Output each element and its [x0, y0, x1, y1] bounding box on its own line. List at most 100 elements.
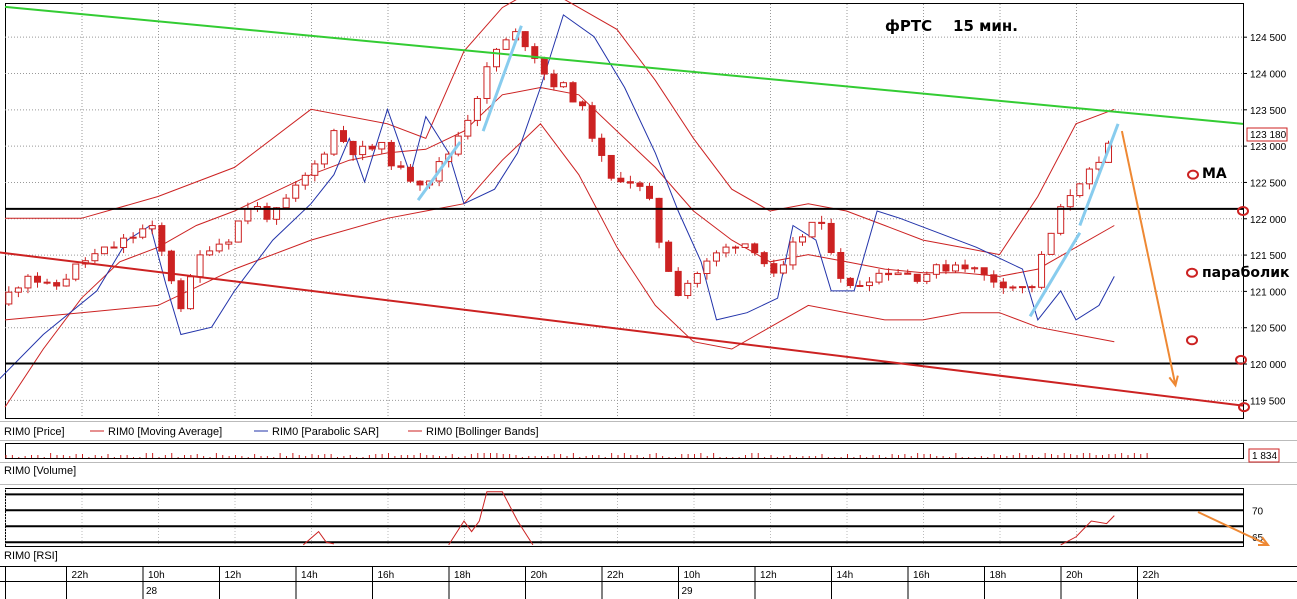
legend-volume: RIM0 [Volume] — [4, 465, 76, 477]
candle-body — [808, 221, 816, 238]
x-tick-label: 18h — [990, 570, 1007, 581]
x-tick-label: 16h — [913, 570, 930, 581]
candle-body — [502, 39, 510, 50]
price-chart: 7065 22h 10h 12h 14h 16h 18h 20h 22h 10h 12h 14h 16… — [0, 0, 1297, 599]
legend-bollinger-bands: RIM0 [Bollinger Bands] — [426, 426, 539, 438]
candle-body — [43, 281, 51, 284]
candle-body — [292, 184, 300, 199]
candle-body — [72, 263, 80, 280]
candle-body — [340, 130, 348, 142]
y-tick-label: 120 500 — [1250, 324, 1287, 335]
x-tick-label: 20h — [531, 570, 548, 581]
legend-parabolic-sar: RIM0 [Parabolic SAR] — [272, 426, 379, 438]
rsi-panel-frame — [5, 488, 1244, 547]
candle-body — [148, 225, 156, 230]
candle-body — [1009, 286, 1017, 289]
candle-body — [559, 82, 567, 88]
x-tick-label: 18h — [454, 570, 471, 581]
candle-body — [732, 246, 740, 249]
candle-body — [626, 181, 634, 184]
candle-body — [244, 208, 252, 222]
candle-body — [789, 241, 797, 266]
candle-body — [330, 130, 338, 155]
candle-body — [665, 241, 673, 272]
x-tick-label: 14h — [837, 570, 854, 581]
candle-body — [282, 197, 290, 209]
legend-rsi: RIM0 [RSI] — [4, 550, 58, 562]
candle-body — [617, 177, 625, 183]
candle-body — [550, 73, 558, 88]
trend-stroke — [1078, 123, 1120, 227]
candle-body — [368, 145, 376, 150]
candle-body — [980, 267, 988, 276]
candle-body — [1047, 232, 1055, 255]
forecast-arrow-line — [1120, 130, 1177, 386]
candle-body — [952, 264, 960, 272]
x-tick-label: 12h — [225, 570, 242, 581]
x-tick-label: 10h — [148, 570, 165, 581]
candle-body — [473, 97, 481, 121]
marker-circle — [1186, 267, 1198, 278]
candle-body — [311, 163, 319, 176]
candle-body — [540, 57, 548, 75]
x-tick-label: 10h — [684, 570, 701, 581]
x-tick-label: 16h — [378, 570, 395, 581]
candle-body — [1038, 253, 1046, 288]
candle-body — [722, 246, 730, 254]
y-tick-label: 121 500 — [1250, 251, 1287, 262]
candle-body — [990, 274, 998, 283]
date-label: 28 — [146, 586, 158, 597]
candle-body — [913, 273, 921, 282]
candle-body — [158, 225, 166, 252]
candle-body — [225, 241, 233, 245]
annotation-ma: МА — [1202, 166, 1227, 182]
annotation-parabolic: параболик — [1202, 265, 1290, 281]
candle-body — [760, 252, 768, 265]
x-tick-label: 20h — [1066, 570, 1083, 581]
candle-body — [1028, 286, 1036, 289]
candle-body — [24, 275, 32, 289]
candle-body — [139, 228, 147, 238]
candle-body — [684, 282, 692, 297]
candle-body — [406, 166, 414, 182]
moving-average-line — [4, 86, 1115, 408]
candle-body — [483, 66, 491, 99]
candle-body — [818, 221, 826, 224]
candle-body — [215, 243, 223, 252]
candle-body — [206, 250, 214, 256]
candle-body — [167, 250, 175, 282]
candle-body — [1057, 206, 1065, 234]
candle-body — [693, 273, 701, 284]
candle-body — [904, 272, 912, 275]
candle-body — [1018, 286, 1026, 289]
candle-body — [932, 264, 940, 275]
candle-body — [894, 272, 902, 276]
upper-channel-trendline — [4, 5, 1244, 125]
x-tick-label: 22h — [607, 570, 624, 581]
x-tick-label: 22h — [72, 570, 89, 581]
candle-body — [646, 185, 654, 199]
candle-body — [1076, 183, 1084, 197]
x-tick-label: 12h — [760, 570, 777, 581]
y-tick-label: 124 500 — [1250, 33, 1287, 44]
candle-body — [359, 145, 367, 156]
y-tick-label: 122 500 — [1250, 178, 1287, 189]
candle-body — [607, 154, 615, 179]
candle-body — [942, 264, 950, 272]
candle-body — [674, 270, 682, 297]
candle-body — [837, 251, 845, 279]
candle-body — [751, 243, 759, 254]
candle-body — [301, 174, 309, 186]
candle-body — [62, 278, 70, 287]
candle-body — [387, 141, 395, 167]
candle-body — [971, 267, 979, 270]
trend-stroke — [1028, 232, 1082, 318]
legend-moving-average: RIM0 [Moving Average] — [108, 426, 222, 438]
candle-body — [588, 105, 596, 139]
x-tick-label: 14h — [301, 570, 318, 581]
candle-body — [655, 197, 663, 243]
candle-body — [378, 141, 386, 150]
y-tick-label: 124 000 — [1250, 70, 1287, 81]
candle-body — [569, 82, 577, 103]
candle-body — [846, 277, 854, 286]
